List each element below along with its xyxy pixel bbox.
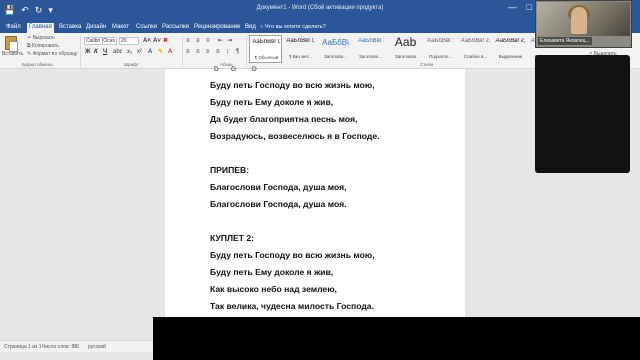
bullets-icon[interactable]: ≡ bbox=[186, 37, 190, 45]
style-heading-1[interactable]: АаБбВі Заголово... bbox=[319, 35, 352, 63]
participant-name: Елизавета Яковлец... bbox=[538, 37, 592, 45]
tab-home[interactable]: Главная bbox=[27, 23, 54, 33]
highlight-icon[interactable]: ✎ bbox=[158, 48, 163, 56]
tab-mailings[interactable]: Рассылки bbox=[160, 23, 191, 32]
multilevel-list-icon[interactable]: ≡ bbox=[206, 37, 210, 45]
person-face bbox=[571, 7, 587, 34]
lyric-line: Буду петь Ему доколе я жив, bbox=[210, 267, 334, 277]
group-divider bbox=[182, 36, 183, 67]
word-count[interactable]: Число слов: 80 bbox=[42, 344, 77, 350]
font-name-combo[interactable]: Calibri (Осно bbox=[84, 37, 117, 45]
align-left-icon[interactable]: ≡ bbox=[186, 48, 190, 56]
language-indicator[interactable]: русский bbox=[88, 344, 106, 350]
window-controls: — □ bbox=[508, 2, 532, 12]
underline-icon[interactable]: Ч bbox=[103, 48, 107, 56]
lyric-line: Как высоко небо над землею, bbox=[210, 284, 337, 294]
maximize-icon[interactable]: □ bbox=[527, 2, 532, 12]
minimize-icon[interactable]: — bbox=[508, 2, 517, 12]
tab-file[interactable]: Файл bbox=[4, 23, 23, 32]
group-divider bbox=[246, 36, 247, 67]
subscript-icon[interactable]: x₂ bbox=[127, 48, 132, 56]
tell-me-box[interactable]: ○ Что вы хотите сделать? bbox=[260, 23, 326, 32]
tab-layout[interactable]: Макет bbox=[110, 23, 131, 32]
shrink-font-icon[interactable]: A˅ bbox=[153, 37, 161, 45]
page-count[interactable]: Страница 1 из 1 bbox=[4, 344, 41, 350]
screen-overlay bbox=[153, 317, 640, 360]
align-center-icon[interactable]: ≡ bbox=[196, 48, 200, 56]
style-title[interactable]: Ааb Заголовок bbox=[389, 35, 422, 63]
style-subtitle[interactable]: АаБбВвГ: Подзагол... bbox=[424, 35, 457, 63]
lyric-line: Да будет благоприятна песнь моя, bbox=[210, 114, 358, 124]
lyric-line: Буду петь Господу во всю жизнь мою, bbox=[210, 80, 375, 90]
decrease-indent-icon[interactable]: ⇤ bbox=[218, 37, 223, 45]
lyric-line: Благослови Господа, душа моя, bbox=[210, 182, 347, 192]
chord: D bbox=[214, 66, 219, 73]
strikethrough-icon[interactable]: abc bbox=[113, 48, 123, 56]
tab-view[interactable]: Вид bbox=[243, 23, 258, 32]
paste-icon[interactable] bbox=[5, 36, 18, 52]
video-participant-tile[interactable]: Елизавета Яковлец... bbox=[535, 0, 632, 48]
pilcrow-icon[interactable]: ¶ bbox=[236, 48, 239, 56]
chord: G bbox=[231, 66, 237, 73]
styles-gallery: АаБбВвГг, ¶ Обычный АаБбВвГг, ¶ Без инт.… bbox=[249, 35, 564, 63]
group-divider bbox=[80, 36, 81, 67]
clipboard-group-label: Буфер обмена bbox=[22, 62, 53, 67]
copy-button[interactable]: ⧉ Копировать bbox=[27, 43, 59, 50]
lyric-line: Благослови Господа, душа моя. bbox=[210, 199, 347, 209]
tell-me-text: Что вы хотите сделать? bbox=[264, 24, 326, 30]
font-group-label: Шрифт bbox=[124, 62, 139, 67]
document-page[interactable]: D G D Буду петь Господу во всю жизнь мою… bbox=[165, 66, 465, 339]
paste-button[interactable]: Вставить bbox=[2, 51, 23, 58]
proofing-icon[interactable]: ☑ bbox=[75, 344, 79, 350]
tab-design[interactable]: Дизайн bbox=[84, 23, 108, 32]
chorus-heading: ПРИПЕВ: bbox=[210, 165, 250, 175]
format-painter-button[interactable]: ✎ Формат по образцу bbox=[27, 51, 77, 58]
font-size-combo[interactable]: 20 bbox=[119, 37, 139, 45]
cut-button[interactable]: ✂ Вырезать bbox=[27, 35, 55, 42]
italic-icon[interactable]: К bbox=[94, 48, 98, 56]
verse-heading: КУПЛЕТ 2: bbox=[210, 233, 255, 243]
chord: D bbox=[252, 66, 257, 73]
lyric-line: Буду петь Ему доколе я жив, bbox=[210, 97, 334, 107]
numbering-icon[interactable]: ≡ bbox=[196, 37, 200, 45]
font-color-icon[interactable]: A bbox=[168, 48, 172, 56]
text-effects-icon[interactable]: A bbox=[148, 48, 152, 56]
tab-insert[interactable]: Вставка bbox=[57, 23, 83, 32]
lyric-line: Возрадуюсь, возвеселюсь я в Господе. bbox=[210, 131, 380, 141]
word-window: 💾 ↶ ↻ ▾ Документ1 - Word (Сбой активации… bbox=[0, 0, 640, 360]
align-right-icon[interactable]: ≡ bbox=[206, 48, 210, 56]
participant-video bbox=[537, 2, 630, 36]
tab-review[interactable]: Рецензирование bbox=[192, 23, 242, 32]
video-tile-empty[interactable] bbox=[535, 55, 630, 173]
justify-icon[interactable]: ≡ bbox=[216, 48, 220, 56]
superscript-icon[interactable]: x² bbox=[137, 48, 142, 56]
bold-icon[interactable]: Ж bbox=[85, 48, 90, 56]
style-emphasis[interactable]: АаБбВвГг, Выделение bbox=[494, 35, 527, 63]
grow-font-icon[interactable]: A˄ bbox=[143, 37, 151, 45]
increase-indent-icon[interactable]: ⇥ bbox=[227, 37, 232, 45]
style-no-spacing[interactable]: АаБбВвГг, ¶ Без инт... bbox=[284, 35, 317, 63]
line-spacing-icon[interactable]: ↕ bbox=[226, 48, 229, 56]
style-heading-2[interactable]: АаБбВвГ Заголово... bbox=[354, 35, 387, 63]
style-normal[interactable]: АаБбВвГг, ¶ Обычный bbox=[249, 35, 282, 63]
style-subtle-emphasis[interactable]: АаБбВвГг, Слабое в... bbox=[459, 35, 492, 63]
clear-format-icon[interactable]: ✖ bbox=[163, 37, 168, 45]
lyric-line: Так велика, чудесна милость Господа. bbox=[210, 301, 374, 311]
lyric-line: Буду петь Господу во всю жизнь мою, bbox=[210, 250, 375, 260]
tab-references[interactable]: Ссылки bbox=[134, 23, 159, 32]
